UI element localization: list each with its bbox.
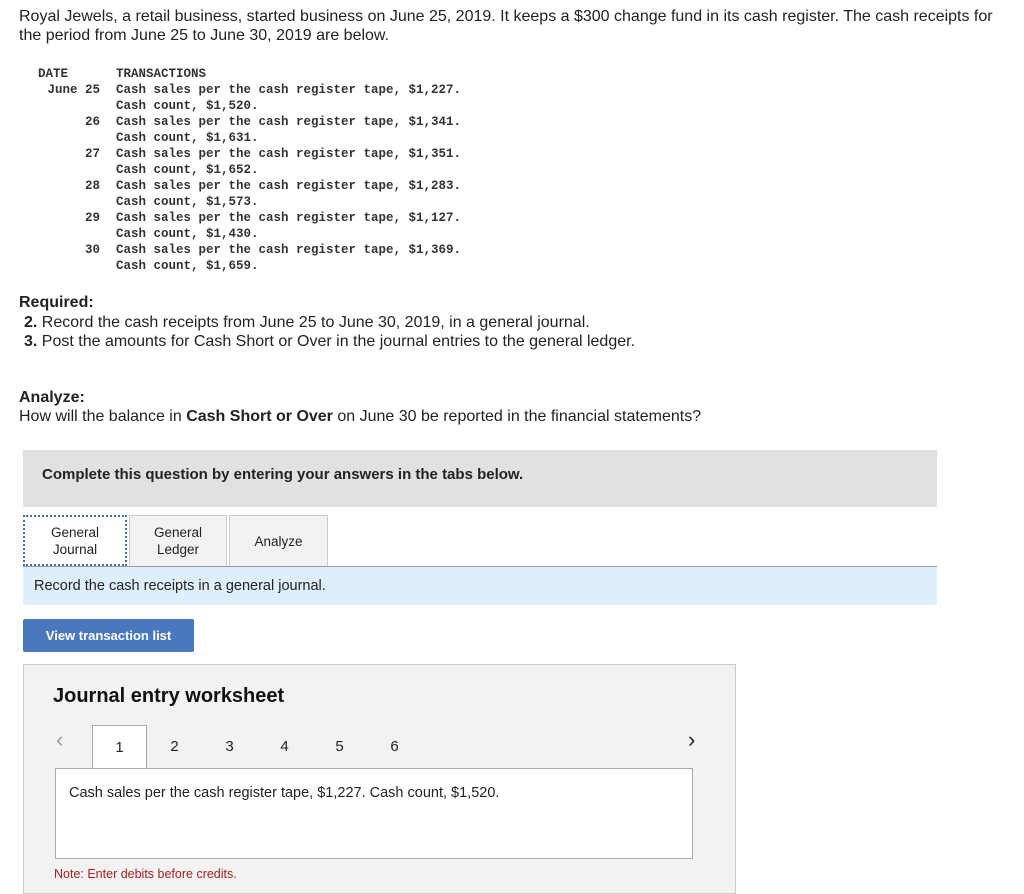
worksheet-page-4[interactable]: 4 bbox=[257, 725, 312, 768]
worksheet-page-2[interactable]: 2 bbox=[147, 725, 202, 768]
transaction-text: Cash count, $1,631. bbox=[116, 131, 259, 145]
transaction-date: 29 bbox=[84, 211, 100, 225]
item-number: 2. bbox=[24, 314, 38, 331]
worksheet-page-6[interactable]: 6 bbox=[367, 725, 422, 768]
q-bold: Cash Short or Over bbox=[186, 408, 333, 425]
transaction-text: Cash count, $1,573. bbox=[116, 195, 259, 209]
transaction-date bbox=[30, 226, 116, 242]
q-text: How will the balance in bbox=[19, 408, 187, 425]
problem-intro: Royal Jewels, a retail business, started… bbox=[19, 8, 993, 44]
analyze-question: How will the balance in Cash Short or Ov… bbox=[19, 407, 701, 426]
item-text: Record the cash receipts from June 25 to… bbox=[41, 314, 590, 331]
chevron-left-icon[interactable]: ‹ bbox=[56, 727, 63, 753]
tab-analyze[interactable]: Analyze bbox=[229, 515, 328, 566]
transaction-date bbox=[30, 258, 116, 274]
transaction-date bbox=[30, 162, 116, 178]
transaction-description: Cash sales per the cash register tape, $… bbox=[55, 768, 693, 859]
transaction-date bbox=[30, 194, 116, 210]
transaction-text: Cash sales per the cash register tape, $… bbox=[116, 243, 462, 257]
worksheet-page-1[interactable]: 1 bbox=[92, 725, 147, 769]
item-number: 3. bbox=[24, 333, 38, 350]
worksheet-page-5[interactable]: 5 bbox=[312, 725, 367, 768]
instructions-banner: Complete this question by entering your … bbox=[23, 450, 937, 507]
transaction-date: June 25 bbox=[47, 83, 100, 97]
required-item-3: 3. Post the amounts for Cash Short or Ov… bbox=[24, 332, 635, 351]
view-transaction-list-button[interactable]: View transaction list bbox=[23, 619, 194, 652]
transaction-text: Cash count, $1,430. bbox=[116, 227, 259, 241]
tab-general-ledger[interactable]: General Ledger bbox=[129, 515, 227, 566]
analyze-label: Analyze: bbox=[19, 389, 85, 406]
date-header: DATE bbox=[38, 67, 69, 81]
transaction-text: Cash count, $1,652. bbox=[116, 163, 259, 177]
transaction-text: Cash count, $1,520. bbox=[116, 99, 259, 113]
transaction-date bbox=[30, 130, 116, 146]
transactions-header: TRANSACTIONS bbox=[116, 67, 207, 81]
transaction-text: Cash count, $1,659. bbox=[116, 259, 259, 273]
worksheet-page-3[interactable]: 3 bbox=[202, 725, 257, 768]
transaction-date: 28 bbox=[84, 179, 100, 193]
item-text: Post the amounts for Cash Short or Over … bbox=[41, 333, 636, 350]
chevron-right-icon[interactable]: › bbox=[688, 727, 695, 753]
transaction-text: Cash sales per the cash register tape, $… bbox=[116, 179, 462, 193]
transaction-text: Cash sales per the cash register tape, $… bbox=[116, 147, 462, 161]
transaction-text: Cash sales per the cash register tape, $… bbox=[116, 211, 462, 225]
transactions-table: DATE TRANSACTIONS June 25 Cash sales per t… bbox=[30, 66, 461, 274]
transaction-date: 30 bbox=[84, 243, 100, 257]
note-text: Note: Enter debits before credits. bbox=[54, 867, 237, 881]
transaction-date: 27 bbox=[84, 147, 100, 161]
tab-general-journal[interactable]: General Journal bbox=[23, 515, 127, 566]
transaction-date: 26 bbox=[84, 115, 100, 129]
transaction-date bbox=[30, 98, 116, 114]
required-item-2: 2. Record the cash receipts from June 25… bbox=[24, 313, 590, 332]
worksheet-title: Journal entry worksheet bbox=[53, 685, 285, 707]
q-text: on June 30 be reported in the financial … bbox=[332, 408, 702, 425]
transaction-text: Cash sales per the cash register tape, $… bbox=[116, 83, 462, 97]
required-label: Required: bbox=[19, 294, 94, 311]
transaction-text: Cash sales per the cash register tape, $… bbox=[116, 115, 462, 129]
tab-instruction: Record the cash receipts in a general jo… bbox=[23, 567, 937, 605]
